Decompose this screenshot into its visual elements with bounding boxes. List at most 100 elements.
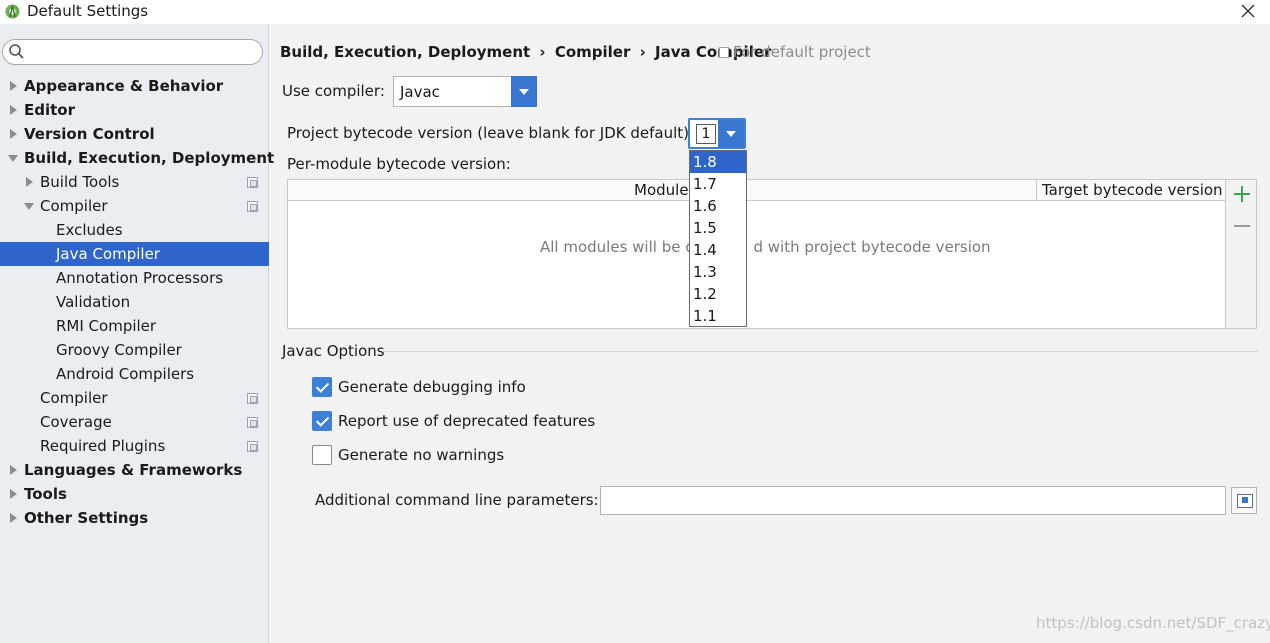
sidebar-item-label: Other Settings bbox=[24, 509, 149, 527]
expand-arrow-icon[interactable] bbox=[8, 74, 20, 98]
per-module-table[interactable]: Module Target bytecode version All modul… bbox=[287, 179, 1226, 329]
javac-options-title: Javac Options bbox=[282, 342, 385, 360]
sidebar-item-build-execution-deployment[interactable]: Build, Execution, Deployment bbox=[0, 146, 274, 170]
sidebar-item-other-settings[interactable]: Other Settings bbox=[0, 506, 269, 530]
sidebar-item-label: Required Plugins bbox=[40, 437, 166, 455]
expand-arrow-icon[interactable] bbox=[8, 458, 20, 482]
project-settings-icon bbox=[247, 201, 258, 212]
dropdown-option[interactable]: 1.8 bbox=[690, 151, 746, 173]
remove-icon[interactable] bbox=[1233, 217, 1251, 235]
sidebar-item-version-control[interactable]: Version Control bbox=[0, 122, 269, 146]
checkbox-label[interactable]: Generate no warnings bbox=[338, 446, 504, 464]
sidebar-item-label: Compiler bbox=[40, 197, 108, 215]
table-toolbar bbox=[1226, 179, 1257, 329]
column-header-module[interactable]: Module bbox=[634, 181, 689, 199]
add-icon[interactable] bbox=[1233, 185, 1251, 203]
sidebar-item-label: Build Tools bbox=[40, 173, 120, 191]
compiler-select-value: Javac bbox=[400, 83, 440, 101]
collapse-arrow-icon[interactable] bbox=[8, 146, 20, 170]
expand-arrow-icon[interactable] bbox=[8, 98, 20, 122]
empty-text-part: d with project bytecode version bbox=[753, 238, 991, 256]
window-title: Default Settings bbox=[27, 2, 149, 20]
dropdown-option[interactable]: 1.3 bbox=[690, 261, 746, 283]
expand-arrow-icon[interactable] bbox=[8, 482, 20, 506]
sidebar-item-label: Appearance & Behavior bbox=[24, 77, 224, 95]
bytecode-version-select[interactable]: 1 bbox=[688, 118, 746, 149]
dropdown-option[interactable]: 1.4 bbox=[690, 239, 746, 261]
dropdown-option[interactable]: 1.6 bbox=[690, 195, 746, 217]
cmd-params-input[interactable] bbox=[600, 486, 1226, 515]
table-header: Module Target bytecode version bbox=[288, 180, 1225, 201]
checkbox-generate-debugging-info[interactable] bbox=[312, 377, 332, 397]
empty-text-part: All modules will be c bbox=[540, 238, 694, 256]
sidebar-item-tools[interactable]: Tools bbox=[0, 482, 269, 506]
sidebar-item-groovy-compiler[interactable]: Groovy Compiler bbox=[0, 338, 269, 362]
search-input[interactable] bbox=[2, 39, 263, 65]
chevron-down-icon[interactable] bbox=[511, 76, 537, 107]
sidebar-item-java-compiler[interactable]: Java Compiler bbox=[0, 242, 269, 266]
watermark: https://blog.csdn.net/SDF_crazy bbox=[1036, 614, 1270, 632]
sidebar-item-coverage[interactable]: Coverage bbox=[0, 410, 269, 434]
project-settings-icon bbox=[247, 441, 258, 452]
sidebar-item-label: Validation bbox=[56, 293, 131, 311]
expand-arrow-icon[interactable] bbox=[8, 122, 20, 146]
title-bar: Default Settings bbox=[0, 0, 1270, 24]
settings-panel: Build, Execution, Deployment › Compiler … bbox=[270, 24, 1270, 643]
dropdown-option[interactable]: 1.7 bbox=[690, 173, 746, 195]
chevron-down-icon[interactable] bbox=[718, 120, 744, 147]
sidebar-item-rmi-compiler[interactable]: RMI Compiler bbox=[0, 314, 269, 338]
sidebar-item-label: RMI Compiler bbox=[56, 317, 157, 335]
bytecode-version-field[interactable]: 1 bbox=[696, 124, 716, 144]
project-settings-icon bbox=[247, 417, 258, 428]
sidebar-item-label: Editor bbox=[24, 101, 75, 119]
sidebar-item-required-plugins[interactable]: Required Plugins bbox=[0, 434, 269, 458]
collapse-arrow-icon[interactable] bbox=[24, 194, 36, 218]
breadcrumb-item: Compiler bbox=[554, 43, 631, 61]
dropdown-option[interactable]: 1.5 bbox=[690, 217, 746, 239]
table-empty-text: All modules will be c d with project byte… bbox=[540, 238, 991, 256]
checkbox-report-deprecated[interactable] bbox=[312, 411, 332, 431]
sidebar-item-label: Java Compiler bbox=[56, 245, 160, 263]
use-compiler-label: Use compiler: bbox=[282, 82, 385, 100]
sidebar-item-label: Excludes bbox=[56, 221, 123, 239]
close-icon[interactable] bbox=[1236, 2, 1260, 22]
sidebar-item-languages-frameworks[interactable]: Languages & Frameworks bbox=[0, 458, 269, 482]
sidebar-item-label: Groovy Compiler bbox=[56, 341, 182, 359]
expand-arrow-icon[interactable] bbox=[8, 506, 20, 530]
section-divider bbox=[382, 351, 1258, 352]
sidebar-item-annotation-processors[interactable]: Annotation Processors bbox=[0, 266, 269, 290]
dropdown-option[interactable]: 1.1 bbox=[690, 305, 746, 327]
sidebar-item-appearance-behavior[interactable]: Appearance & Behavior bbox=[0, 74, 269, 98]
sidebar-item-label: Android Compilers bbox=[56, 365, 195, 383]
breadcrumb: Build, Execution, Deployment › Compiler … bbox=[280, 43, 771, 61]
sidebar-item-build-tools[interactable]: Build Tools bbox=[0, 170, 269, 194]
expand-arrow-icon[interactable] bbox=[24, 170, 36, 194]
cmd-params-label: Additional command line parameters: bbox=[315, 491, 599, 509]
dropdown-option[interactable]: 1.2 bbox=[690, 283, 746, 305]
column-header-target[interactable]: Target bytecode version bbox=[1036, 180, 1223, 201]
sidebar-item-compiler[interactable]: Compiler bbox=[0, 194, 269, 218]
sidebar-item-validation[interactable]: Validation bbox=[0, 290, 269, 314]
sidebar-item-label: Tools bbox=[24, 485, 67, 503]
sidebar-item-label: Build, Execution, Deployment bbox=[24, 149, 275, 167]
copy-icon bbox=[719, 47, 729, 58]
checkbox-label[interactable]: Report use of deprecated features bbox=[338, 412, 595, 430]
project-settings-icon bbox=[247, 177, 258, 188]
android-studio-icon bbox=[5, 4, 20, 19]
bytecode-version-dropdown[interactable]: 1.8 1.7 1.6 1.5 1.4 1.3 1.2 1.1 bbox=[689, 150, 747, 327]
compiler-select[interactable]: Javac bbox=[393, 76, 537, 107]
breadcrumb-item: Build, Execution, Deployment bbox=[280, 43, 531, 61]
bytecode-version-label: Project bytecode version (leave blank fo… bbox=[287, 124, 695, 142]
sidebar-item-label: Version Control bbox=[24, 125, 155, 143]
sidebar-item-label: Coverage bbox=[40, 413, 112, 431]
sidebar-item-label: Annotation Processors bbox=[56, 269, 224, 287]
sidebar-item-editor[interactable]: Editor bbox=[0, 98, 269, 122]
checkbox-generate-no-warnings[interactable] bbox=[312, 445, 332, 465]
sidebar-item-android-compilers[interactable]: Android Compilers bbox=[0, 362, 269, 386]
checkbox-label[interactable]: Generate debugging info bbox=[338, 378, 526, 396]
sidebar-item-compiler-2[interactable]: Compiler bbox=[0, 386, 269, 410]
sidebar-item-excludes[interactable]: Excludes bbox=[0, 218, 269, 242]
sidebar-item-label: Languages & Frameworks bbox=[24, 461, 243, 479]
scope-label: For default project bbox=[719, 43, 871, 61]
expand-editor-icon[interactable] bbox=[1231, 487, 1257, 514]
